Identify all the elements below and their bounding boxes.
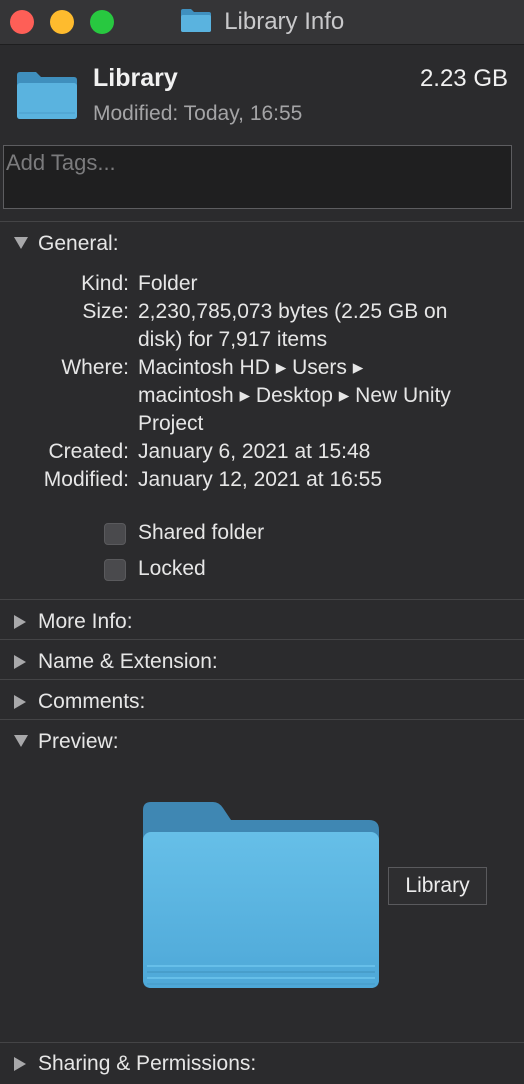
section-sharing-permissions-label: Sharing & Permissions: <box>38 1052 257 1075</box>
section-more-info-label: More Info: <box>38 610 133 633</box>
window-title-text: Library Info <box>224 8 345 35</box>
section-sharing-permissions[interactable]: Sharing & Permissions: <box>0 1044 524 1082</box>
modified-label: Modified: <box>43 468 129 491</box>
kind-label: Kind: <box>81 272 129 295</box>
triangle-down-icon[interactable] <box>13 236 29 250</box>
triangle-right-icon[interactable] <box>13 1056 27 1072</box>
locked-label[interactable]: Locked <box>138 557 206 581</box>
section-general-label: General: <box>38 232 119 255</box>
section-preview[interactable]: Preview: <box>0 722 524 760</box>
triangle-down-icon[interactable] <box>13 734 29 748</box>
shared-folder-checkbox[interactable] <box>104 523 126 545</box>
divider <box>0 221 524 222</box>
locked-checkbox[interactable] <box>104 559 126 581</box>
section-preview-label: Preview: <box>38 730 119 753</box>
triangle-right-icon[interactable] <box>13 654 27 670</box>
divider <box>0 599 524 600</box>
folder-icon <box>17 72 77 119</box>
modified-value: January 12, 2021 at 16:55 <box>138 468 383 491</box>
where-label: Where: <box>61 356 129 379</box>
section-name-extension-label: Name & Extension: <box>38 650 218 673</box>
item-modified: Modified: Today, 16:55 <box>93 102 303 125</box>
folder-icon <box>180 9 211 32</box>
size-label: Size: <box>82 300 129 323</box>
size-value-line-1: 2,230,785,073 bytes (2.25 GB on <box>138 300 448 323</box>
preview-tooltip: Library <box>388 867 487 905</box>
section-comments[interactable]: Comments: <box>0 682 524 720</box>
created-label: Created: <box>48 440 129 463</box>
item-name: Library <box>93 64 178 92</box>
section-comments-label: Comments: <box>38 690 146 713</box>
divider <box>0 719 524 720</box>
shared-folder-label[interactable]: Shared folder <box>138 521 264 545</box>
size-value-line-2: disk) for 7,917 items <box>138 328 328 351</box>
tags-field-container <box>3 145 512 209</box>
item-size: 2.23 GB <box>419 65 508 92</box>
divider <box>0 1042 524 1043</box>
kind-value: Folder <box>138 272 198 295</box>
created-value: January 6, 2021 at 15:48 <box>138 440 371 463</box>
where-value-line-3: Project <box>138 412 204 435</box>
divider <box>0 639 524 640</box>
section-general[interactable]: General: <box>0 224 524 262</box>
title-bar: Library Info <box>0 0 524 45</box>
triangle-right-icon[interactable] <box>13 694 27 710</box>
where-value-line-1: Macintosh HD ▸ Users ▸ <box>138 356 364 379</box>
tags-input[interactable] <box>4 146 506 176</box>
divider <box>0 679 524 680</box>
section-more-info[interactable]: More Info: <box>0 602 524 640</box>
info-header: Library 2.23 GB Modified: Today, 16:55 <box>0 44 524 140</box>
window-title: Library Info <box>0 0 524 44</box>
folder-preview-icon <box>143 802 379 988</box>
triangle-right-icon[interactable] <box>13 614 27 630</box>
where-value-line-2: macintosh ▸ Desktop ▸ New Unity <box>138 384 451 407</box>
section-name-extension[interactable]: Name & Extension: <box>0 642 524 680</box>
